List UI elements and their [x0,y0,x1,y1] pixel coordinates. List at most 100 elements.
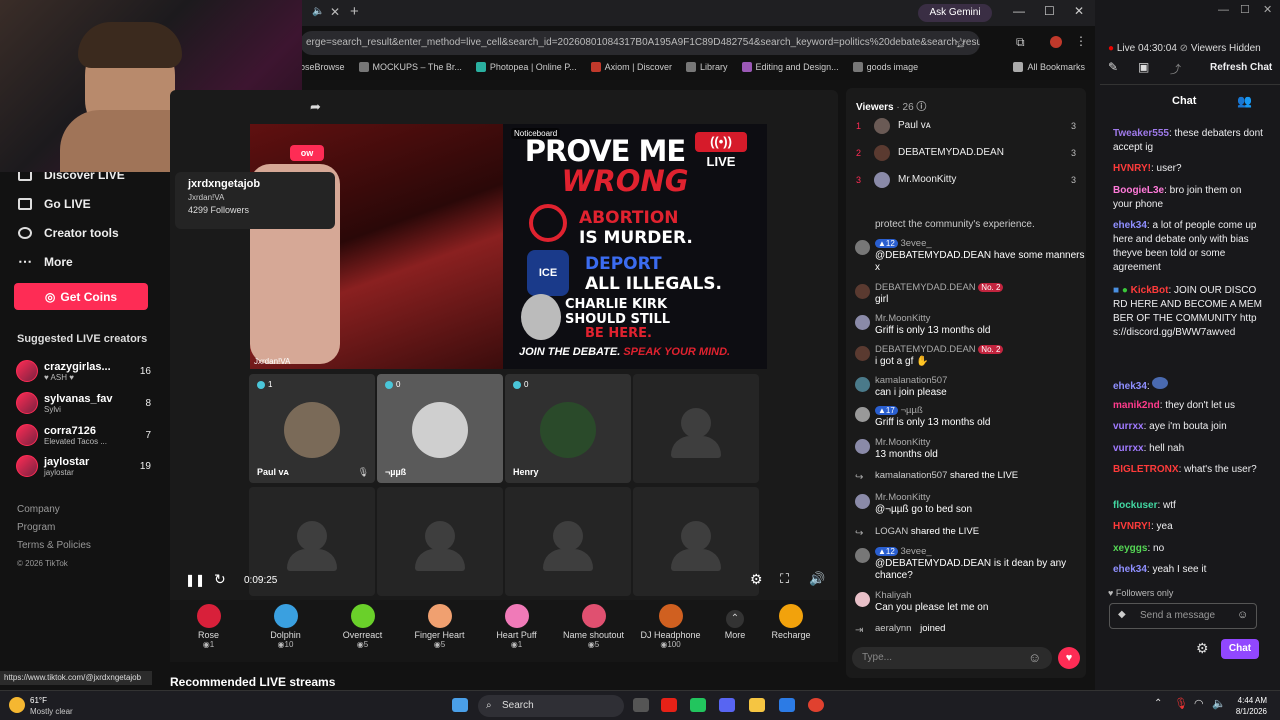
clock-time[interactable]: 4:44 AM [1235,696,1267,705]
chat-message: kamalanation507 can i join please [855,375,1085,399]
discord-icon[interactable] [719,698,735,712]
pause-icon[interactable]: ❚❚ [185,573,205,587]
bookmark-item[interactable]: Axiom | Discover [590,62,672,72]
gift-more[interactable]: ⌃ More [709,600,761,640]
viewer-row[interactable]: 2 DEBATEMYDAD.DEAN 3 [846,139,1086,166]
recharge-button[interactable]: Recharge [761,600,821,640]
get-coins-button[interactable]: ◎ Get Coins [14,283,148,310]
gift-item[interactable]: Finger Heart ◉5 [401,600,478,649]
eye-slash-icon: ⊘ [1179,43,1189,54]
suggested-creator[interactable]: corra7126 Elevated Tacos ... 7 [16,420,151,450]
users-icon[interactable]: 👥 [1237,94,1252,108]
nav-go-live[interactable]: Go LIVE [0,189,165,218]
emote-picker-icon[interactable]: ☺ [1237,609,1248,621]
empty-seat[interactable] [505,487,631,596]
edit-icon[interactable]: ✎ [1108,60,1118,74]
bookmark-item[interactable]: oseBrowse [300,62,345,72]
share-icon[interactable]: ➦ [310,99,321,115]
new-tab-icon[interactable]: + [350,3,359,20]
nav-more[interactable]: ⋯ More [0,247,165,276]
profile-card[interactable]: jxrdxngetajob Jxrdan!VA 4299 Followers [175,172,335,229]
empty-seat[interactable] [633,374,759,483]
refresh-icon[interactable]: ↻ [214,571,226,588]
share-icon[interactable]: ⤴ [1170,61,1181,77]
activity-icon[interactable]: ▣ [1138,60,1149,74]
all-bookmarks[interactable]: All Bookmarks [1013,62,1085,72]
fullscreen-icon[interactable]: ⛶ [780,571,789,587]
close-tab-icon[interactable]: ✕ [330,5,340,19]
gift-item[interactable]: Overreact ◉5 [324,600,401,649]
clock-date[interactable]: 8/1/2026 [1230,707,1267,716]
viewer-row[interactable]: 1 Paul ᴠᴀ 3 [846,112,1086,139]
footer-program[interactable]: Program [17,519,91,537]
minimize-icon[interactable]: — [1013,4,1025,18]
speaker-icon[interactable]: 🔈 [1212,697,1226,710]
chat-message: ▲12 3evee_ @DEBATEMYDAD.DEAN have some ma… [855,238,1085,274]
mute-tab-icon[interactable]: 🔈 [312,6,324,17]
guest-cell[interactable]: 0 ¬µµß [377,374,503,483]
profile-avatar[interactable] [1050,36,1062,48]
refresh-chat-button[interactable]: Refresh Chat [1210,62,1272,73]
settings-icon[interactable]: ⚙ [750,571,763,588]
empty-seat[interactable] [633,487,759,596]
bookmark-item[interactable]: Photopea | Online P... [475,62,577,72]
bits-icon[interactable]: ◆ [1118,609,1126,620]
empty-seat[interactable] [377,487,503,596]
weather-temp[interactable]: 61°F [30,696,47,705]
extensions-icon[interactable]: ⧉ [1016,35,1025,50]
gift-item[interactable]: DJ Headphone ◉100 [632,600,709,649]
ask-gemini-button[interactable]: Ask Gemini [918,4,992,22]
gift-item[interactable]: Name shoutout ◉5 [555,600,632,649]
app-icon[interactable] [690,698,706,712]
maximize-icon[interactable]: ☐ [1044,4,1055,18]
store-icon[interactable] [779,698,795,712]
close-window-icon[interactable]: ✕ [1263,3,1272,16]
chat-settings-icon[interactable]: ⚙ [1196,640,1209,657]
heart-puff-icon [504,604,529,628]
guest-cell[interactable]: 0 Henry [505,374,631,483]
wifi-icon[interactable]: ◠ [1194,697,1204,710]
suggested-creator[interactable]: crazygirlas... ♥ ASH ♥ 16 [16,356,151,386]
weather-desc[interactable]: Mostly clear [30,707,73,716]
chrome-icon[interactable] [808,698,824,712]
emoji-icon[interactable]: ☺ [1028,650,1041,665]
ice-badge-icon: ICE [527,250,569,296]
follow-button[interactable]: ow [290,145,324,161]
suggested-creator[interactable]: jaylostar jaylostar 19 [16,451,151,481]
bookmark-item[interactable]: Editing and Design... [741,62,839,72]
file-explorer-icon[interactable] [749,698,765,712]
youtube-icon[interactable] [661,698,677,712]
guest-name: ¬µµß [385,467,407,477]
chat-send-button[interactable]: Chat [1221,639,1259,659]
footer-company[interactable]: Company [17,501,91,519]
empty-seat-body [415,549,465,571]
gift-item[interactable]: Dolphin ◉10 [247,600,324,649]
bookmark-item[interactable]: MOCKUPS – The Br... [358,62,462,72]
footer-terms[interactable]: Terms & Policies [17,537,91,555]
taskbar-search[interactable]: ⌕ Search [478,695,624,717]
viewer-row[interactable]: 3 Mr.MoonKitty 3 [846,166,1086,193]
status-url-tooltip: https://www.tiktok.com/@jxrdxngetajob [0,671,152,685]
gift-item[interactable]: Rose ◉1 [170,600,247,649]
guest-cell[interactable]: 1 Paul ᴠᴀ 🎙 [249,374,375,483]
maximize-icon[interactable]: ☐ [1240,3,1250,16]
gift-item[interactable]: Heart Puff ◉1 [478,600,555,649]
close-window-icon[interactable]: ✕ [1074,4,1084,18]
task-view-icon[interactable] [633,698,649,712]
bookmark-item[interactable]: goods image [852,62,918,72]
star-icon[interactable]: ☆ [955,35,967,51]
mic-icon[interactable]: 🎙 [1174,697,1188,710]
like-heart-icon[interactable]: ♥ [1058,647,1080,669]
address-bar[interactable]: erge=search_result&enter_method=live_cel… [300,31,980,55]
bookmark-item[interactable]: Library [686,62,728,72]
suggested-creator[interactable]: sylvanas_fav Sylvi 8 [16,388,151,418]
send-message-input[interactable]: Send a message [1109,603,1257,629]
tray-chevron-icon[interactable]: ⌃ [1154,698,1162,709]
nav-creator-tools[interactable]: Creator tools [0,218,165,247]
creator-name: jaylostar [44,455,90,468]
windows-start-icon[interactable] [452,698,468,712]
chat-input[interactable]: Type... [852,647,1052,669]
menu-icon[interactable]: ⋮ [1075,34,1087,48]
volume-icon[interactable]: 🔊 [809,571,825,587]
minimize-icon[interactable]: — [1218,4,1229,16]
